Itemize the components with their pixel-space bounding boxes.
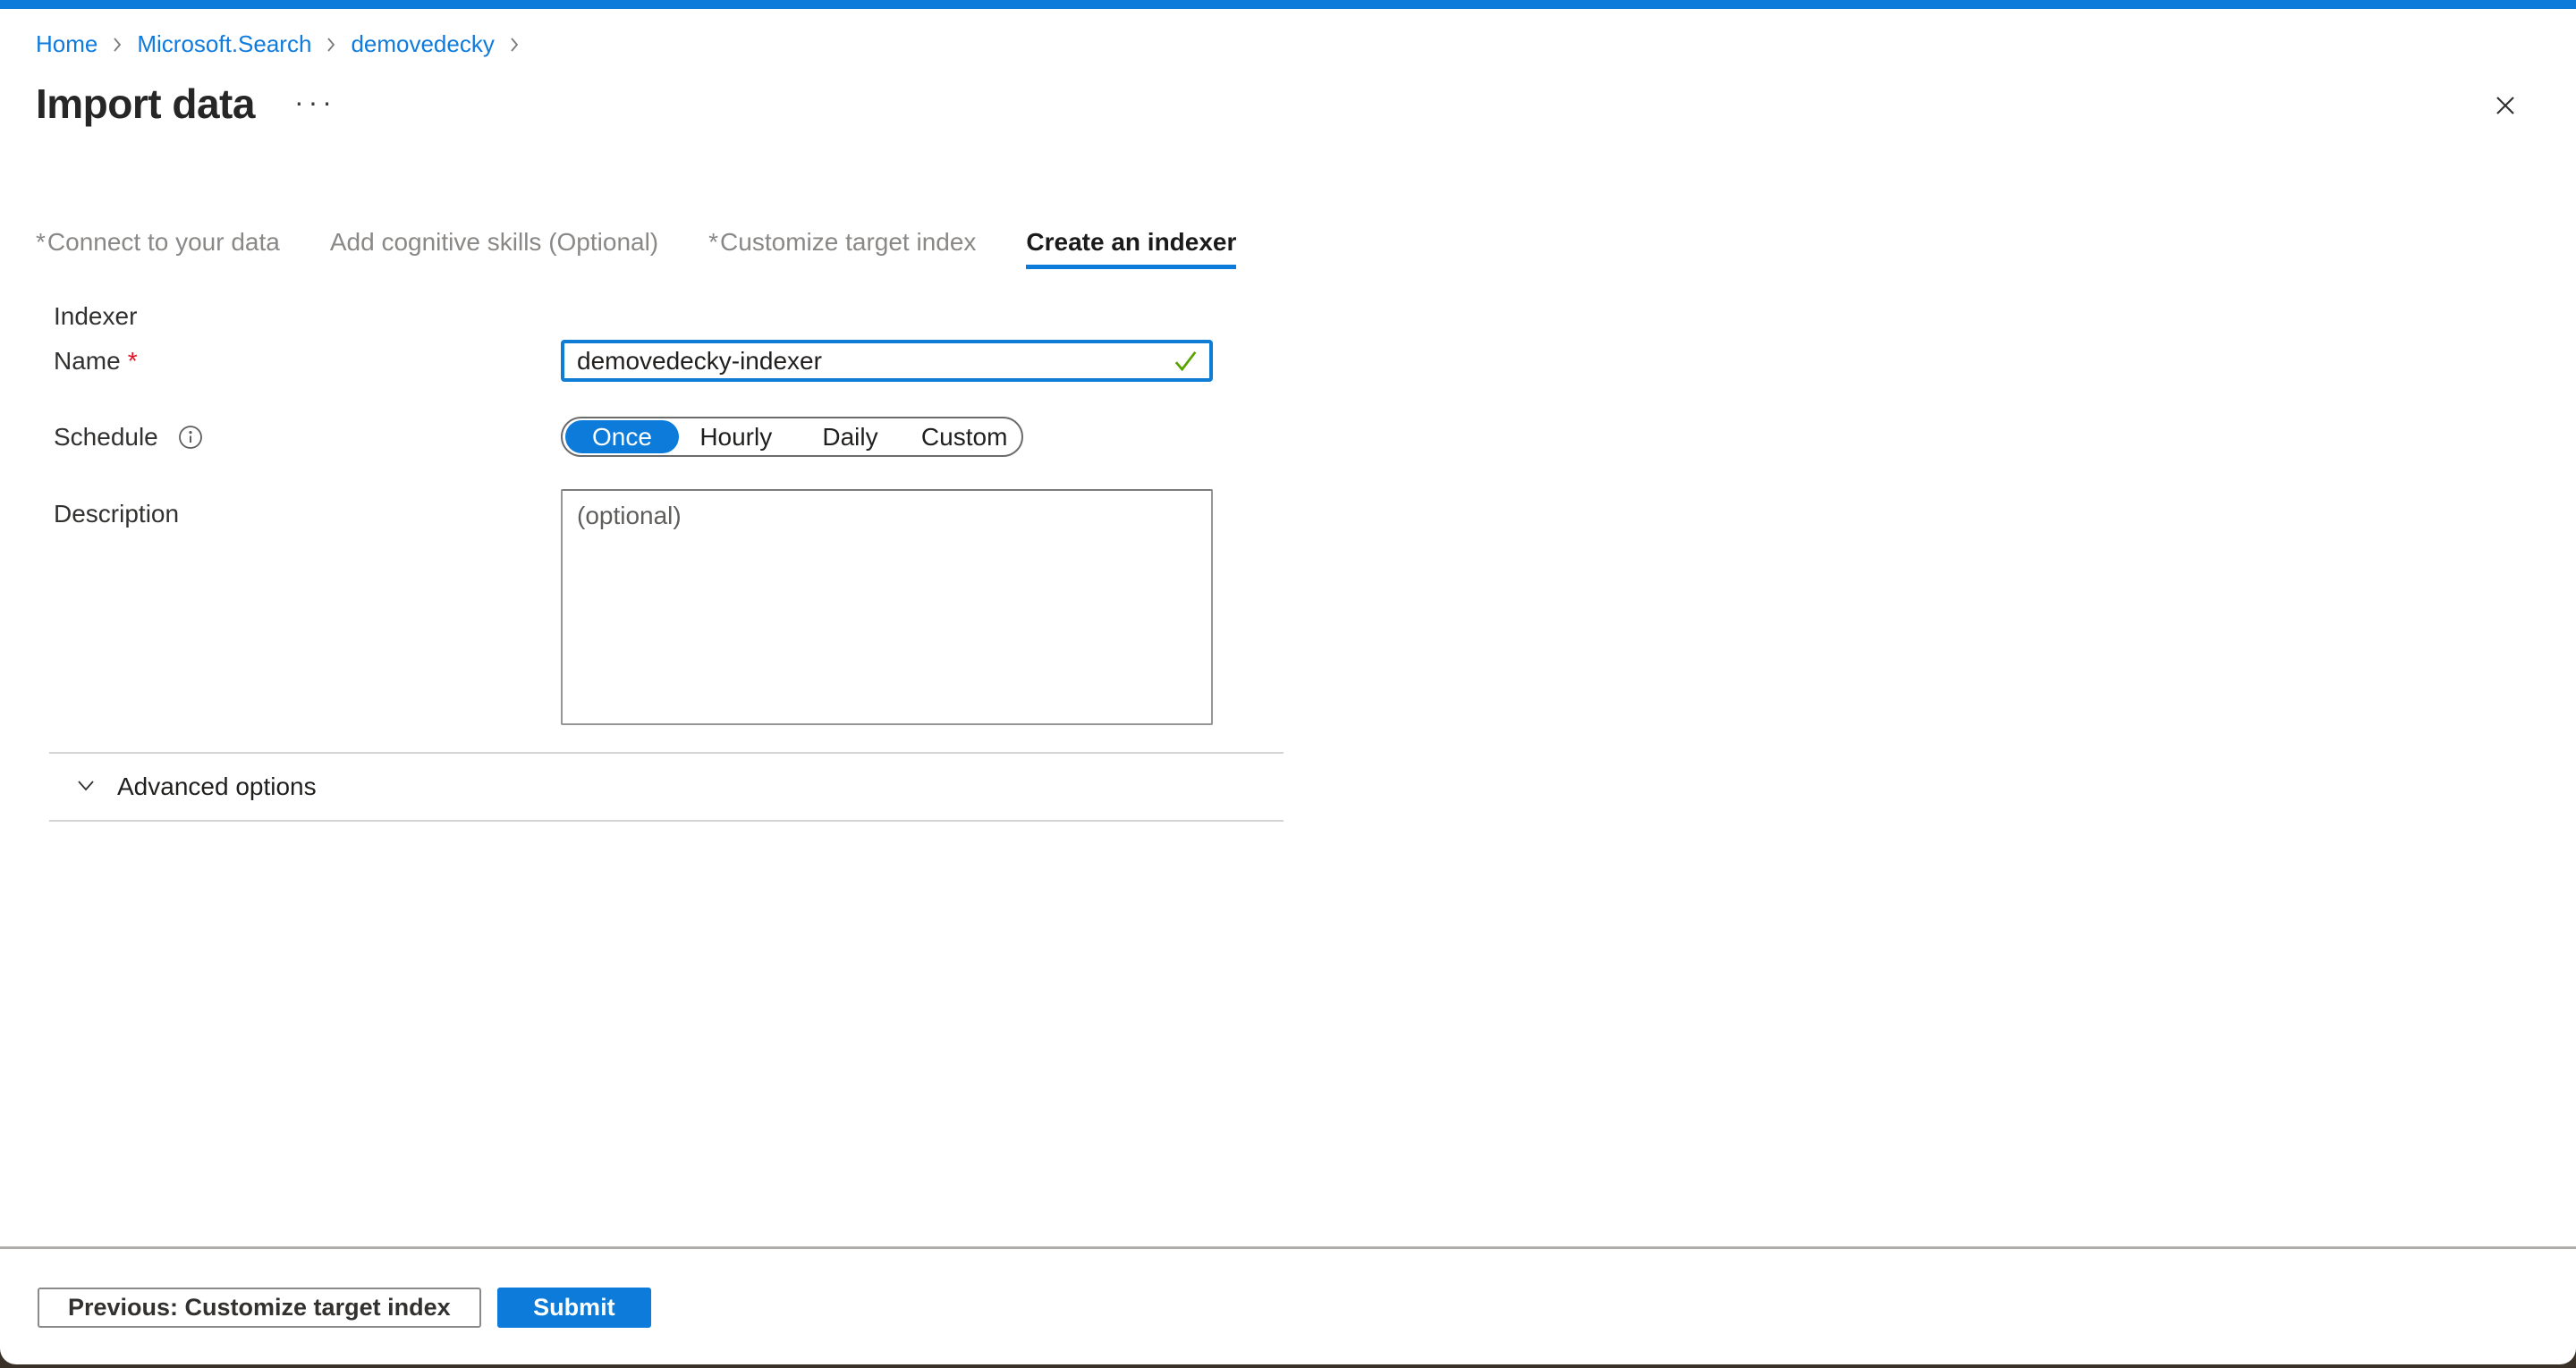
tab-connect-to-your-data[interactable]: *Connect to your data (36, 227, 280, 269)
description-textarea[interactable] (561, 489, 1213, 725)
page-header: Import data ··· (36, 79, 2526, 129)
description-label: Description (54, 489, 561, 528)
page-title: Import data (36, 79, 255, 129)
required-asterisk: * (708, 228, 718, 256)
schedule-field-row: Schedule Once Hourly Daily Custom (0, 417, 2576, 457)
advanced-options-toggle[interactable]: Advanced options (49, 754, 1284, 820)
wizard-footer: Previous: Customize target index Submit (0, 1246, 2576, 1364)
advanced-options-label: Advanced options (117, 773, 317, 801)
submit-button[interactable]: Submit (497, 1288, 651, 1328)
required-asterisk: * (36, 228, 46, 256)
tab-customize-target-index[interactable]: *Customize target index (708, 227, 976, 269)
name-field-row: Name * (0, 340, 2576, 382)
import-data-panel: Home Microsoft.Search demovedecky Import… (0, 0, 2576, 1364)
breadcrumb-link-microsoft-search[interactable]: Microsoft.Search (137, 30, 311, 57)
tab-create-an-indexer[interactable]: Create an indexer (1026, 227, 1236, 269)
close-icon (2492, 92, 2519, 122)
schedule-option-once[interactable]: Once (565, 420, 679, 453)
advanced-options-section: Advanced options (49, 752, 1284, 822)
name-input-wrap (561, 340, 1213, 382)
name-label: Name * (54, 340, 561, 382)
breadcrumb-link-home[interactable]: Home (36, 30, 97, 57)
tab-add-cognitive-skills[interactable]: Add cognitive skills (Optional) (330, 227, 658, 269)
schedule-option-hourly[interactable]: Hourly (679, 423, 793, 452)
chevron-down-icon (72, 772, 99, 803)
ellipsis-more-button[interactable]: ··· (294, 88, 336, 116)
chevron-right-icon (504, 34, 525, 55)
breadcrumb: Home Microsoft.Search demovedecky (0, 9, 2576, 57)
schedule-label: Schedule (54, 417, 561, 457)
top-accent-bar (0, 0, 2576, 9)
close-button[interactable] (2485, 86, 2526, 127)
wizard-tabs: *Connect to your data Add cognitive skil… (36, 227, 2576, 269)
indexer-form: Indexer Name * Schedule (0, 301, 2576, 822)
indexer-name-input[interactable] (561, 340, 1213, 382)
info-icon[interactable] (178, 425, 203, 450)
breadcrumb-link-demovedecky[interactable]: demovedecky (351, 30, 494, 57)
chevron-right-icon (320, 34, 342, 55)
required-asterisk: * (128, 347, 138, 376)
valid-check-icon (1170, 346, 1200, 376)
chevron-right-icon (106, 34, 128, 55)
description-field-row: Description (0, 489, 2576, 725)
section-heading-indexer: Indexer (54, 301, 2576, 332)
schedule-option-daily[interactable]: Daily (793, 423, 908, 452)
previous-button[interactable]: Previous: Customize target index (38, 1288, 481, 1328)
schedule-option-custom[interactable]: Custom (907, 423, 1021, 452)
schedule-segmented-control: Once Hourly Daily Custom (561, 417, 1023, 457)
